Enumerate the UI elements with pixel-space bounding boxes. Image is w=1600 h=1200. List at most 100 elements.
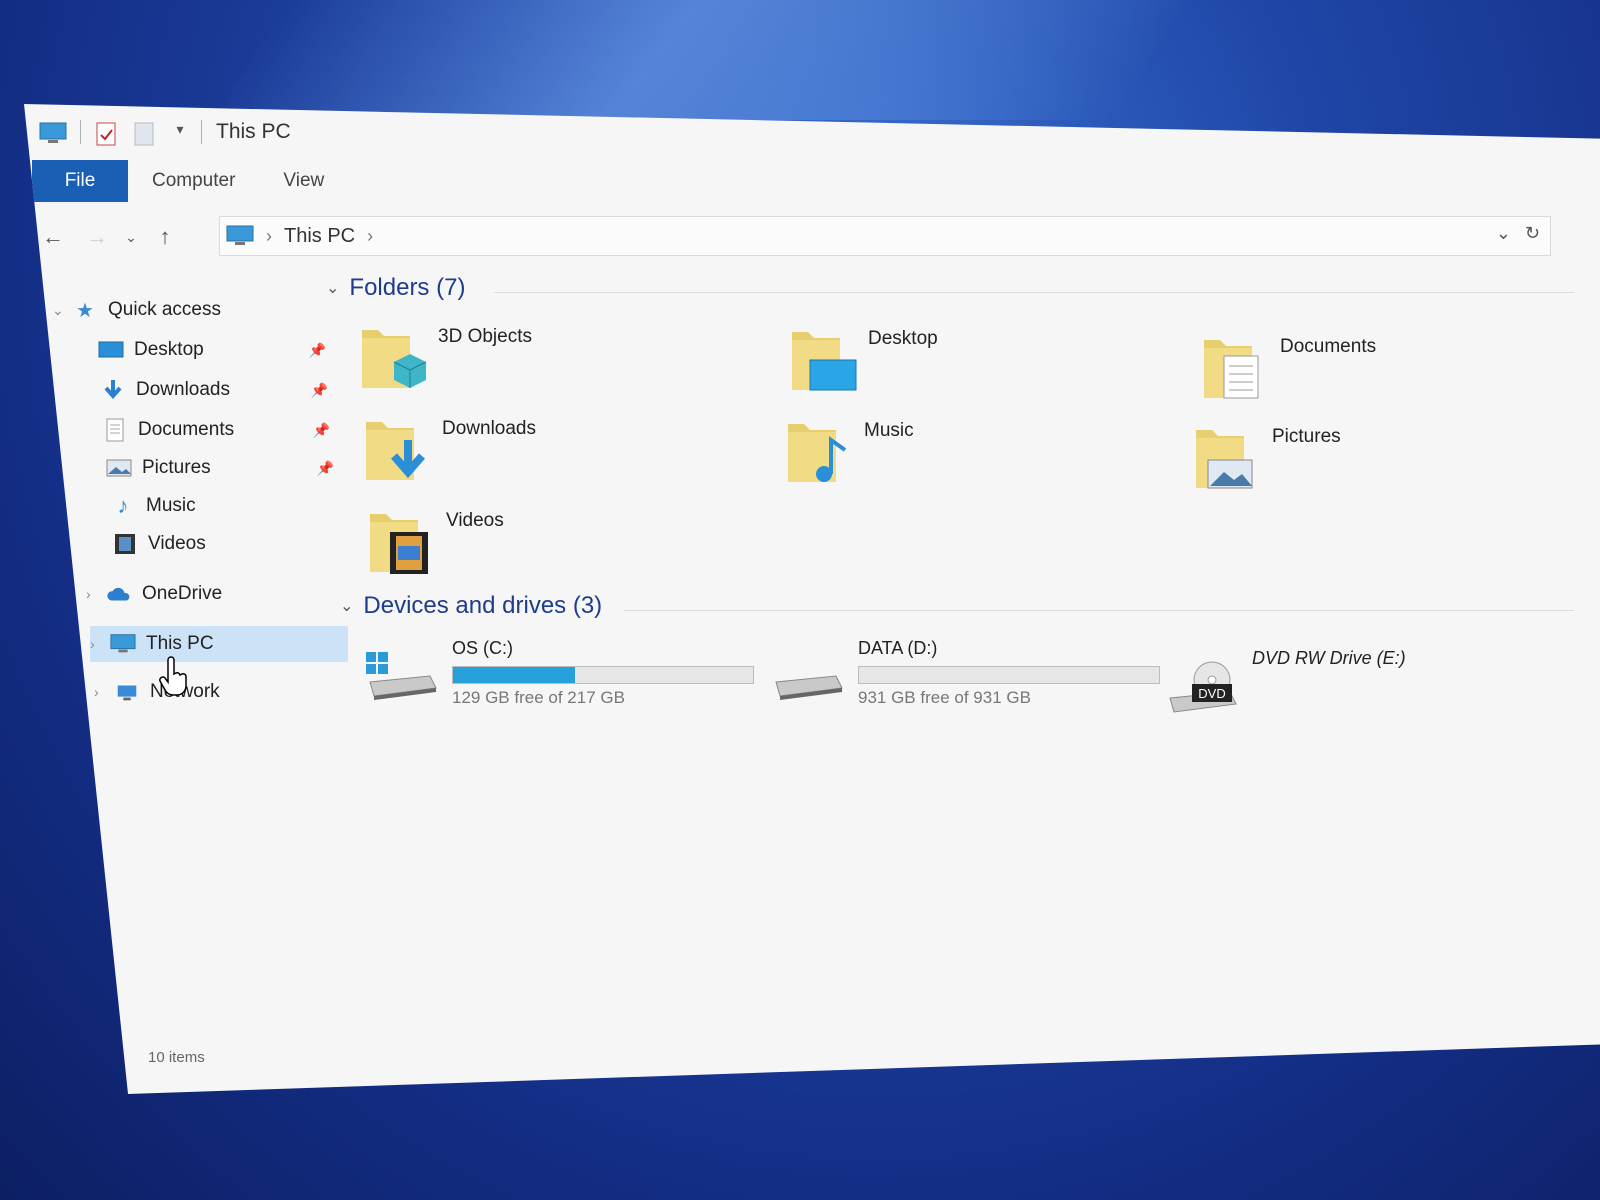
navigation-pane: ⌄ ★ Quick access Desktop 📌 Downloads 📌 D… <box>44 284 348 804</box>
hand-cursor-icon <box>159 656 187 696</box>
folder-music[interactable]: Music <box>786 416 1166 496</box>
nav-label: Desktop <box>134 339 204 360</box>
folder-pictures[interactable]: Pictures <box>1194 422 1574 502</box>
window-title: This PC <box>216 120 291 143</box>
nav-quick-item-desktop[interactable]: Desktop 📌 <box>98 332 338 368</box>
breadcrumb-chevron-icon[interactable]: › <box>367 226 373 247</box>
folder-downloads[interactable]: Downloads <box>364 414 744 494</box>
folder-label: Videos <box>446 510 504 531</box>
drive-free-space: 931 GB free of 931 GB <box>858 688 1031 707</box>
this-pc-icon <box>110 633 136 655</box>
nav-label: Quick access <box>108 299 221 320</box>
desktop-folder-icon <box>792 332 857 391</box>
documents-folder-icon <box>1204 340 1259 399</box>
this-pc-icon[interactable] <box>38 121 68 143</box>
drive-usage-fill <box>453 667 575 683</box>
documents-icon <box>102 418 128 442</box>
nav-label: OneDrive <box>142 583 223 604</box>
nav-network[interactable]: › Network <box>94 674 334 710</box>
this-pc-icon <box>226 225 254 247</box>
back-arrow-icon[interactable]: ← <box>38 222 68 252</box>
drive-os-c[interactable]: OS (C:) 129 GB free of 217 GB <box>366 638 766 718</box>
drive-label: DVD RW Drive (E:) <box>1252 648 1406 668</box>
nav-label: Downloads <box>136 379 230 400</box>
folder-label: Documents <box>1280 336 1377 357</box>
pictures-icon <box>106 457 132 479</box>
breadcrumb-chevron-icon[interactable]: › <box>266 226 272 247</box>
properties-icon[interactable] <box>95 121 119 146</box>
group-title: Folders (7) <box>349 274 466 301</box>
expand-chevron-icon[interactable]: › <box>86 586 106 602</box>
videos-icon <box>112 533 138 555</box>
refresh-icon[interactable]: ↻ <box>1525 223 1540 244</box>
svg-text:DVD: DVD <box>1198 686 1225 701</box>
ribbon-tabs: File Computer View <box>32 160 348 202</box>
pictures-folder-icon <box>1196 430 1253 489</box>
folder-label: Desktop <box>868 328 938 349</box>
downloads-icon <box>100 379 126 401</box>
nav-quick-item-videos[interactable]: Videos <box>112 526 312 562</box>
collapse-chevron-icon[interactable]: ⌄ <box>52 302 72 319</box>
recent-locations-chevron-icon[interactable]: ⌄ <box>116 222 146 252</box>
folder-label: Music <box>864 420 914 441</box>
drive-usage-bar <box>858 666 1160 684</box>
hard-drive-icon <box>775 675 843 700</box>
onedrive-cloud-icon <box>106 583 132 605</box>
navigation-bar: ← → ⌄ ↑ › This PC › ⌄ ↻ <box>24 212 1600 262</box>
group-divider <box>624 610 1574 611</box>
nav-quick-item-pictures[interactable]: Pictures 📌 <box>106 450 346 486</box>
drive-label: DATA (D:) <box>858 638 938 658</box>
downloads-folder-icon <box>366 422 426 480</box>
collapse-chevron-icon[interactable]: ⌄ <box>340 596 353 616</box>
expand-chevron-icon[interactable]: › <box>90 636 110 652</box>
separator <box>80 120 81 144</box>
expand-chevron-icon[interactable]: › <box>94 684 114 700</box>
folder-videos[interactable]: Videos <box>368 506 748 586</box>
tab-view[interactable]: View <box>259 160 348 202</box>
music-icon: ♪ <box>117 493 129 518</box>
nav-quick-item-downloads[interactable]: Downloads 📌 <box>100 372 340 408</box>
drive-data-d[interactable]: DATA (D:) 931 GB free of 931 GB <box>772 638 1172 718</box>
nav-quick-access[interactable]: ⌄ ★ Quick access <box>52 292 332 328</box>
breadcrumb-this-pc[interactable]: This PC <box>284 225 355 248</box>
desktop-icon <box>98 339 124 361</box>
nav-onedrive[interactable]: › OneDrive <box>86 576 326 612</box>
collapse-chevron-icon[interactable]: ⌄ <box>326 278 339 298</box>
content-pane: ⌄ Folders (7) 3D Objects Desktop Documen… <box>324 274 1584 974</box>
network-icon <box>114 681 140 703</box>
nav-label: Videos <box>148 533 206 554</box>
address-box[interactable]: › This PC › ⌄ ↻ <box>219 216 1551 256</box>
address-controls: ⌄ ↻ <box>1496 223 1540 244</box>
folder-label: 3D Objects <box>438 326 532 347</box>
nav-label: This PC <box>146 633 214 654</box>
up-arrow-icon[interactable]: ↑ <box>150 222 180 252</box>
group-title: Devices and drives (3) <box>363 592 603 619</box>
drive-dvd-e[interactable]: DVD DVD RW Drive (E:) <box>1166 646 1566 726</box>
group-divider <box>494 292 1574 293</box>
folder-documents[interactable]: Documents <box>1202 332 1582 412</box>
status-item-count: 10 items <box>148 1049 205 1066</box>
new-folder-icon[interactable] <box>133 121 157 146</box>
nav-quick-item-music[interactable]: ♪ Music <box>110 488 310 524</box>
tab-file[interactable]: File <box>32 160 128 202</box>
folders-group-header[interactable]: ⌄ Folders (7) <box>326 274 465 302</box>
dvd-drive-icon: DVD <box>1169 661 1237 713</box>
forward-arrow-icon[interactable]: → <box>82 222 112 252</box>
folder-desktop[interactable]: Desktop <box>790 324 1170 404</box>
file-explorer-window: ▾ This PC File Computer View ← → ⌄ ↑ › T… <box>24 104 1600 1094</box>
music-folder-icon <box>788 424 847 482</box>
nav-quick-item-documents[interactable]: Documents 📌 <box>102 412 342 448</box>
nav-label: Music <box>146 495 196 516</box>
nav-this-pc[interactable]: › This PC <box>90 626 348 662</box>
devices-group-header[interactable]: ⌄ Devices and drives (3) <box>340 592 602 620</box>
folder-label: Downloads <box>442 418 536 439</box>
videos-folder-icon <box>370 514 428 574</box>
folder-3d-objects[interactable]: 3D Objects <box>360 322 740 402</box>
address-history-chevron-icon[interactable]: ⌄ <box>1496 223 1511 244</box>
customize-qat-icon[interactable]: ▾ <box>171 121 189 143</box>
folder-label: Pictures <box>1272 426 1341 447</box>
drive-usage-bar <box>452 666 754 684</box>
desktop-background-glow <box>215 0 1185 120</box>
windows-drive-icon <box>366 652 437 700</box>
tab-computer[interactable]: Computer <box>128 160 259 202</box>
